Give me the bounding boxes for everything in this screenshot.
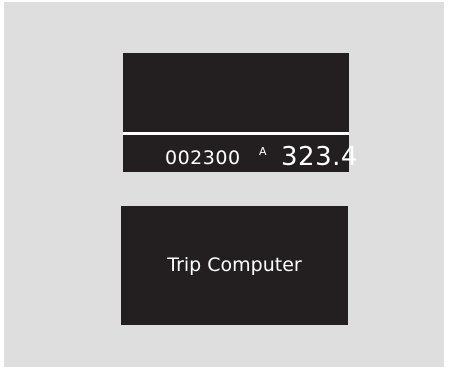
- odometer-value: 002300: [165, 147, 241, 169]
- trip-meter-label: A: [259, 145, 267, 158]
- message-display: Trip Computer: [121, 206, 348, 325]
- odometer-row: 002300 A 323.4: [123, 137, 357, 172]
- message-text: Trip Computer: [167, 254, 302, 276]
- odometer-display: 002300 A 323.4: [123, 53, 357, 172]
- illustration-frame: 002300 A 323.4 Trip Computer: [4, 2, 444, 367]
- display-divider: [123, 132, 349, 135]
- trip-meter-value: 323.4: [281, 142, 358, 172]
